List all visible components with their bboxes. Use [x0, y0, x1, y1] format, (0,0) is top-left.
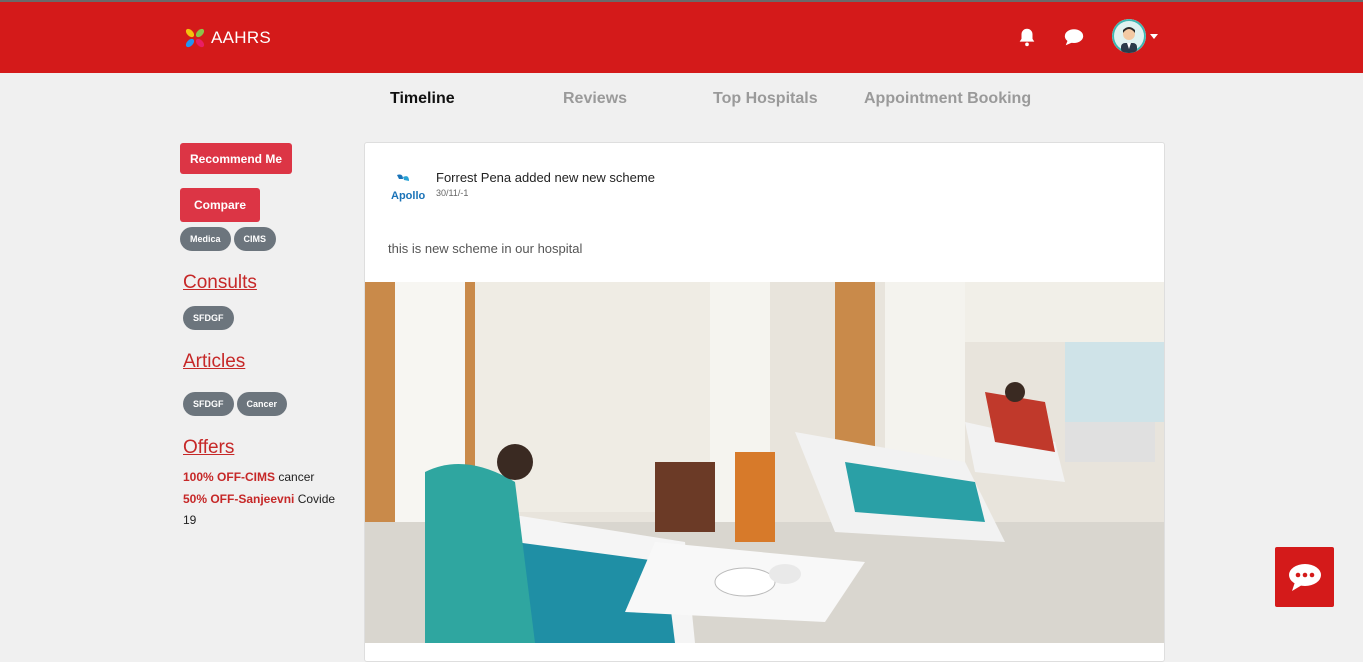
tag-article[interactable]: SFDGF	[183, 392, 234, 416]
brand[interactable]: AAHRS	[183, 26, 271, 50]
caret-down-icon[interactable]	[1150, 33, 1158, 39]
chat-dots-icon	[1288, 564, 1321, 591]
leaf-logo-icon	[185, 28, 205, 48]
offer-highlight[interactable]: 100% OFF-CIMS	[183, 470, 275, 484]
avatar-icon	[1112, 19, 1146, 53]
compare-button[interactable]: Compare	[180, 188, 260, 222]
tag-cims[interactable]: CIMS	[233, 227, 277, 251]
consults-link[interactable]: Consults	[183, 272, 257, 294]
tag-article[interactable]: Cancer	[236, 392, 288, 416]
articles-tags: SFDGF Cancer	[183, 392, 288, 416]
brand-name: AAHRS	[211, 28, 272, 47]
consults-tags: SFDGF	[183, 306, 234, 330]
offer-text: cancer	[275, 470, 315, 484]
offer-item[interactable]: 100% OFF-CIMS cancer	[183, 467, 343, 489]
recommend-me-button[interactable]: Recommend Me	[180, 143, 292, 174]
user-menu[interactable]	[1112, 19, 1158, 53]
offers-link[interactable]: Offers	[183, 437, 234, 459]
hospital-logo: Apollo	[391, 174, 425, 202]
offer-highlight[interactable]: 50% OFF-Sanjeevni	[183, 492, 294, 506]
tab-top-hospitals[interactable]: Top Hospitals	[713, 90, 818, 108]
tab-timeline[interactable]: Timeline	[390, 90, 455, 108]
timeline-post-card: Apollo Forrest Pena added new new scheme…	[364, 142, 1165, 662]
compare-tags: Medica CIMS	[180, 227, 277, 251]
tab-appointment-booking[interactable]: Appointment Booking	[864, 90, 1031, 108]
top-navbar: AAHRS	[0, 0, 1363, 73]
tab-reviews[interactable]: Reviews	[563, 90, 627, 108]
post-hospital-photo[interactable]	[365, 282, 1165, 643]
tag-medica[interactable]: Medica	[180, 227, 231, 251]
user-avatar[interactable]	[1112, 19, 1146, 53]
tag-consult[interactable]: SFDGF	[183, 306, 234, 330]
hospital-logo-text: Apollo	[391, 190, 425, 202]
bell-icon[interactable]	[1016, 26, 1038, 48]
articles-link[interactable]: Articles	[183, 351, 245, 373]
offers-list: 100% OFF-CIMS cancer 50% OFF-Sanjeevni C…	[183, 467, 343, 532]
chat-bubble-icon[interactable]	[1063, 26, 1085, 48]
main-tabs: Timeline Reviews Top Hospitals Appointme…	[0, 90, 1363, 112]
offer-item[interactable]: 50% OFF-Sanjeevni Covide 19	[183, 489, 343, 532]
post-date: 30/11/-1	[436, 188, 469, 198]
post-body: this is new scheme in our hospital	[388, 241, 583, 256]
post-author-line: Forrest Pena added new new scheme	[436, 170, 655, 185]
floating-chat-button[interactable]	[1275, 547, 1334, 607]
